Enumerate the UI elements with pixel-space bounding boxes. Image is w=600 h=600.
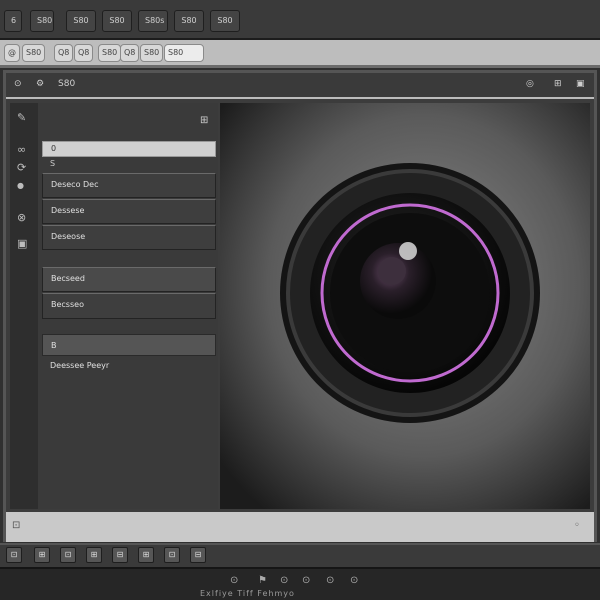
toolbar-chip-5[interactable]: Q8 <box>120 44 140 62</box>
tab-4[interactable]: S80s <box>138 10 168 32</box>
toolbar-chip-2[interactable]: Q8 <box>54 44 74 62</box>
tab-2[interactable]: S80 <box>66 10 96 32</box>
panel-icon[interactable]: ▣ <box>576 79 585 89</box>
cross-circle-icon[interactable]: ⊗ <box>17 211 26 224</box>
panel-row-2[interactable]: Dessese <box>42 199 216 224</box>
panel-row-3[interactable]: Deseose <box>42 225 216 250</box>
bottom-button-7[interactable]: ⊟ <box>190 547 206 563</box>
panel-row-selected[interactable]: 0 <box>42 141 216 157</box>
status-bar: ⊡ ◦ <box>6 512 594 542</box>
panel-section-text: Deessee Peeyr <box>50 361 110 370</box>
tab-3[interactable]: S80 <box>102 10 132 32</box>
footer-caption: Exlfiye Tiff Fehmyo <box>200 589 295 598</box>
panel-row-sub: S <box>50 159 56 168</box>
bottom-button-6[interactable]: ⊡ <box>164 547 180 563</box>
toolbar-chip-4[interactable]: S80 <box>98 44 122 62</box>
brush-icon[interactable]: ✎ <box>17 111 26 124</box>
image-viewport[interactable] <box>220 103 590 509</box>
panel-row-5[interactable]: Becsseo <box>42 293 216 319</box>
panel-row-4[interactable]: Becseed <box>42 267 216 292</box>
flag-icon[interactable]: ⚑ <box>258 575 267 586</box>
top-tab-bar: 6 S80 S80 S80 S80s S80 S80 <box>0 0 600 40</box>
status-right-icon[interactable]: ◦ <box>574 520 580 531</box>
window-titlebar: ⊙ ⚙ S80 ◎ ⊞ ▣ <box>6 73 594 99</box>
tab-0[interactable]: 6 <box>4 10 22 32</box>
footer-icon-2[interactable]: ⊙ <box>280 575 288 586</box>
panel-row-1[interactable]: Deseco Dec <box>42 173 216 198</box>
status-left-icon[interactable]: ⊡ <box>12 520 20 531</box>
link-icon[interactable]: ∞ <box>17 143 26 156</box>
window-icon-0[interactable]: ⊙ <box>14 79 22 89</box>
target-icon[interactable]: ◎ <box>526 79 534 89</box>
footer-icon-3[interactable]: ⊙ <box>302 575 310 586</box>
footer-icon-0[interactable]: ⊙ <box>230 575 238 586</box>
folder-icon[interactable]: ▣ <box>17 237 27 250</box>
tab-5[interactable]: S80 <box>174 10 204 32</box>
toolbar-chip-6[interactable]: S80 <box>140 44 164 62</box>
bottom-button-0[interactable]: ⊡ <box>6 547 22 563</box>
toolbar-chip-7[interactable]: S80 <box>164 44 204 62</box>
footer-icon-4[interactable]: ⊙ <box>326 575 334 586</box>
bottom-button-1[interactable]: ⊞ <box>34 547 50 563</box>
bottom-button-4[interactable]: ⊟ <box>112 547 128 563</box>
main-window: ⊙ ⚙ S80 ◎ ⊞ ▣ ✎ ∞ ⟳ ● ⊗ ▣ ⊞ 0 S Deseco D… <box>3 70 597 542</box>
panel-menu-icon[interactable]: ⊞ <box>200 115 208 126</box>
toolbar-chip-0[interactable]: @ <box>4 44 20 62</box>
tab-1[interactable]: S80 <box>30 10 54 32</box>
app-root: 6 S80 S80 S80 S80s S80 S80 @ S80 Q8 Q8 S… <box>0 0 600 600</box>
toolbar-chip-1[interactable]: S80 <box>22 44 46 62</box>
footer-icon-5[interactable]: ⊙ <box>350 575 358 586</box>
left-icon-rail: ✎ ∞ ⟳ ● ⊗ ▣ <box>10 103 40 509</box>
bottom-button-5[interactable]: ⊞ <box>138 547 154 563</box>
refresh-icon[interactable]: ⟳ <box>17 161 26 174</box>
grid-icon[interactable]: ⊞ <box>554 79 562 89</box>
bottom-button-3[interactable]: ⊞ <box>86 547 102 563</box>
settings-icon[interactable]: ⚙ <box>36 79 44 89</box>
bottom-button-2[interactable]: ⊡ <box>60 547 76 563</box>
lens-artwork <box>220 103 590 509</box>
dot-icon[interactable]: ● <box>17 181 24 190</box>
toolbar-chip-3[interactable]: Q8 <box>74 44 94 62</box>
footer-bar: ⊙ ⚑ ⊙ ⊙ ⊙ ⊙ Exlfiye Tiff Fehmyo <box>0 567 600 600</box>
tab-6[interactable]: S80 <box>210 10 240 32</box>
panel-section-header[interactable]: B <box>42 334 216 356</box>
window-icon-2[interactable]: S80 <box>58 79 75 89</box>
properties-panel: ⊞ 0 S Deseco Dec Dessese Deseose Becseed… <box>38 103 218 509</box>
